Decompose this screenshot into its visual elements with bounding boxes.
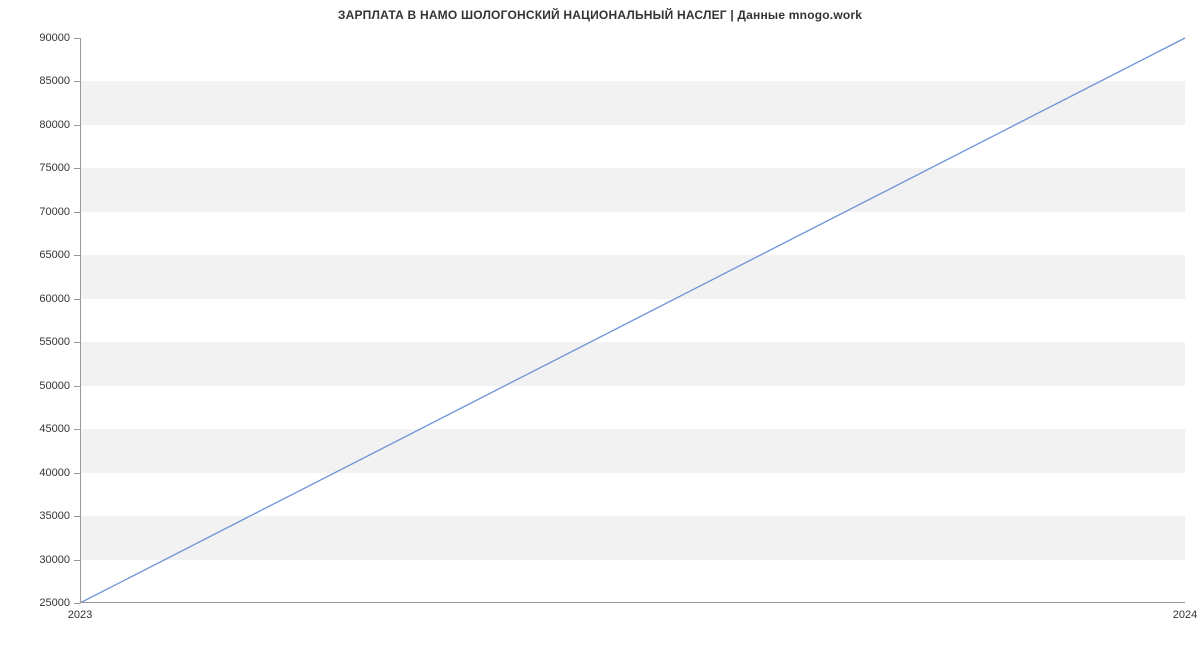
y-tick bbox=[74, 473, 80, 474]
x-tick-label: 2024 bbox=[1173, 609, 1197, 621]
y-tick bbox=[74, 81, 80, 82]
y-tick-label: 45000 bbox=[39, 423, 70, 435]
y-tick bbox=[74, 38, 80, 39]
y-tick bbox=[74, 125, 80, 126]
y-tick bbox=[74, 212, 80, 213]
y-tick-label: 60000 bbox=[39, 293, 70, 305]
y-tick bbox=[74, 386, 80, 387]
y-tick-label: 30000 bbox=[39, 554, 70, 566]
y-tick-label: 65000 bbox=[39, 249, 70, 261]
y-tick bbox=[74, 560, 80, 561]
y-tick-label: 80000 bbox=[39, 119, 70, 131]
y-tick bbox=[74, 168, 80, 169]
y-tick bbox=[74, 299, 80, 300]
y-tick-label: 90000 bbox=[39, 32, 70, 44]
x-axis-line bbox=[80, 602, 1185, 603]
y-tick-label: 70000 bbox=[39, 206, 70, 218]
line-layer bbox=[80, 38, 1185, 603]
y-tick bbox=[74, 603, 80, 604]
y-tick-label: 25000 bbox=[39, 597, 70, 609]
y-tick bbox=[74, 429, 80, 430]
y-tick-label: 75000 bbox=[39, 162, 70, 174]
y-tick bbox=[74, 255, 80, 256]
x-tick-label: 2023 bbox=[68, 609, 92, 621]
y-tick-label: 35000 bbox=[39, 510, 70, 522]
y-tick bbox=[74, 516, 80, 517]
y-tick-label: 55000 bbox=[39, 336, 70, 348]
data-line bbox=[80, 38, 1185, 603]
chart-container: ЗАРПЛАТА В НАМО ШОЛОГОНСКИЙ НАЦИОНАЛЬНЫЙ… bbox=[0, 0, 1200, 650]
plot-area: 2500030000350004000045000500005500060000… bbox=[80, 38, 1185, 603]
y-tick-label: 50000 bbox=[39, 380, 70, 392]
chart-title: ЗАРПЛАТА В НАМО ШОЛОГОНСКИЙ НАЦИОНАЛЬНЫЙ… bbox=[0, 8, 1200, 22]
y-axis-line bbox=[80, 38, 81, 603]
y-tick bbox=[74, 342, 80, 343]
y-tick-label: 85000 bbox=[39, 75, 70, 87]
y-tick-label: 40000 bbox=[39, 467, 70, 479]
